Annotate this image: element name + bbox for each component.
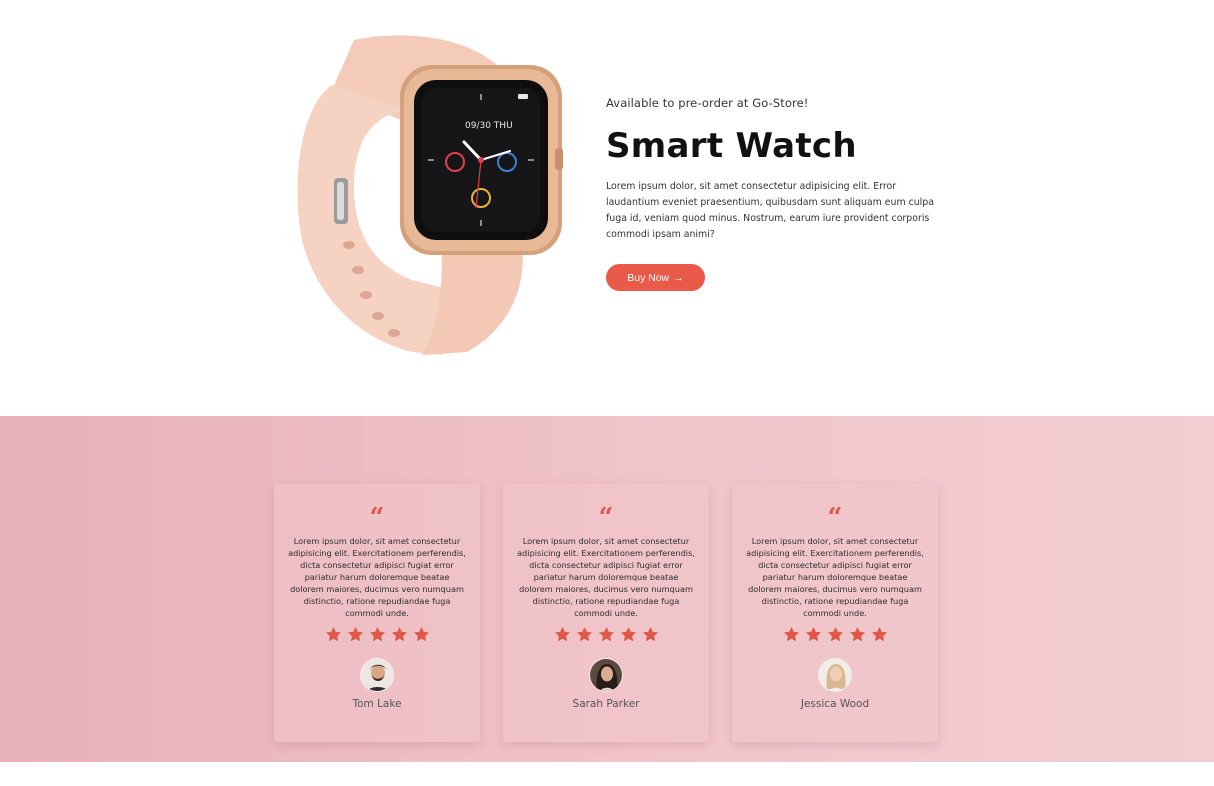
- star-icon: [413, 626, 429, 642]
- star-icon: [805, 626, 821, 642]
- star-icon: [369, 626, 385, 642]
- product-description: Lorem ipsum dolor, sit amet consectetur …: [606, 181, 934, 241]
- star-icon: [783, 626, 799, 642]
- preorder-eyebrow: Available to pre-order at Go-Store!: [606, 96, 809, 110]
- star-icon: [325, 626, 341, 642]
- reviewer-name: Jessica Wood: [800, 698, 870, 710]
- buy-now-label: Buy Now: [627, 271, 670, 284]
- star-rating: [732, 625, 938, 644]
- star-icon: [642, 626, 658, 642]
- avatar: [360, 658, 394, 692]
- quote-icon: “: [369, 503, 385, 533]
- testimonial-text: Lorem ipsum dolor, sit amet consectetur …: [517, 536, 695, 618]
- star-rating: [503, 625, 709, 644]
- star-icon: [391, 626, 407, 642]
- star-icon: [871, 626, 887, 642]
- smart-watch-image: 09/30 THU: [297, 35, 563, 355]
- star-icon: [598, 626, 614, 642]
- testimonial-text: Lorem ipsum dolor, sit amet consectetur …: [746, 536, 924, 618]
- star-icon: [576, 626, 592, 642]
- hero-section: 09/30 THU Available to pre-order at Go-S…: [0, 0, 1214, 416]
- testimonial-text: Lorem ipsum dolor, sit amet consectetur …: [288, 536, 466, 618]
- testimonial-card: “ Lorem ipsum dolor, sit amet consectetu…: [503, 484, 709, 742]
- buy-now-button[interactable]: Buy Now →: [606, 264, 705, 292]
- star-icon: [347, 626, 363, 642]
- star-icon: [554, 626, 570, 642]
- quote-icon: “: [598, 503, 614, 533]
- testimonial-card: “ Lorem ipsum dolor, sit amet consectetu…: [732, 484, 938, 742]
- watch-date-text: 09/30 THU: [465, 121, 513, 131]
- arrow-right-icon: →: [673, 271, 684, 284]
- star-icon: [620, 626, 636, 642]
- star-icon: [849, 626, 865, 642]
- reviewer-name: Sarah Parker: [572, 698, 640, 710]
- product-title: Smart Watch: [606, 126, 857, 166]
- star-rating: [274, 625, 480, 644]
- testimonials-section: “ Lorem ipsum dolor, sit amet consectetu…: [0, 416, 1214, 762]
- quote-icon: “: [827, 503, 843, 533]
- avatar: [818, 658, 852, 692]
- avatar: [589, 658, 623, 692]
- hero-text-block: Available to pre-order at Go-Store! Smar…: [606, 96, 956, 292]
- testimonial-card: “ Lorem ipsum dolor, sit amet consectetu…: [274, 484, 480, 742]
- star-icon: [827, 626, 843, 642]
- reviewer-name: Tom Lake: [352, 698, 402, 710]
